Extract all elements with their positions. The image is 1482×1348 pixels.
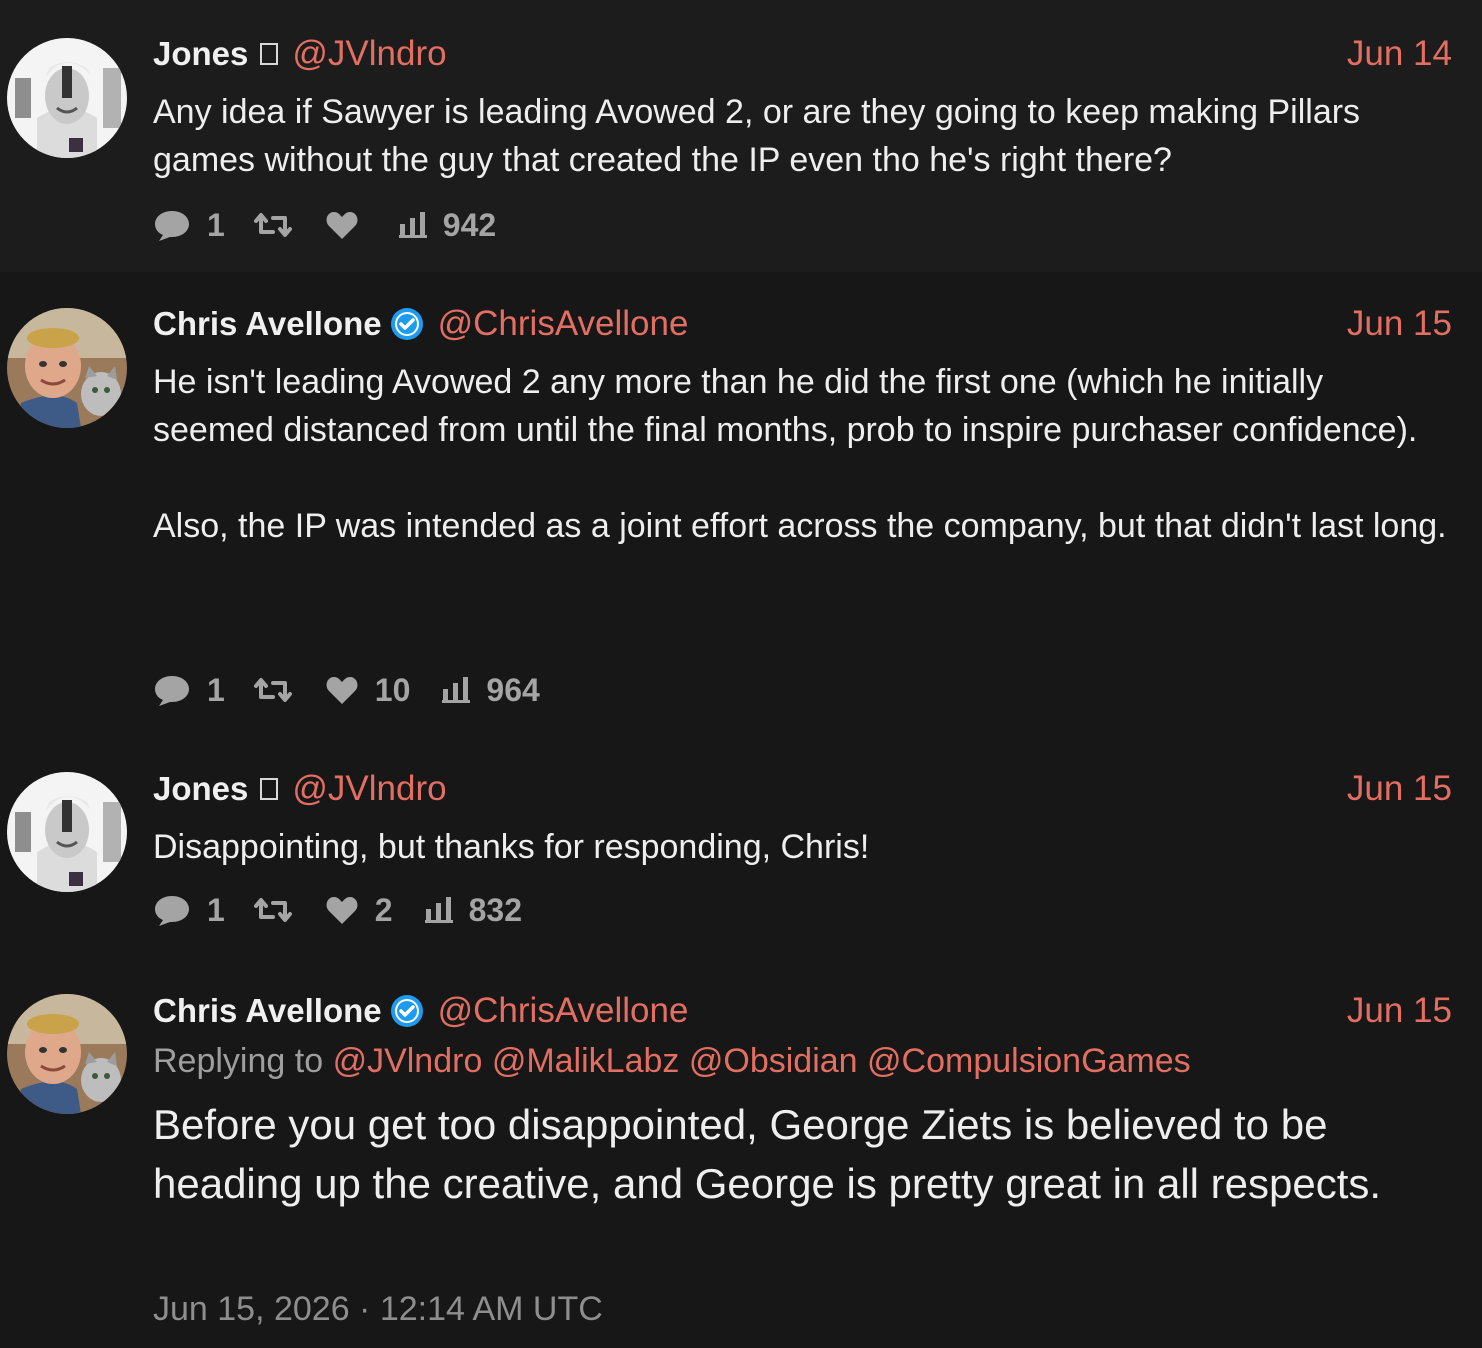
tweet-stats: 1 2 832: [153, 890, 522, 930]
like-stat[interactable]: [325, 210, 359, 240]
comment-icon: [155, 676, 189, 706]
name-glyph: [260, 778, 279, 800]
author-handle[interactable]: @JVlndro: [292, 769, 446, 809]
tweet-header: Chris Avellone @ChrisAvellone Jun 15: [153, 989, 1452, 1033]
author-handle[interactable]: @ChrisAvellone: [438, 304, 689, 344]
mention-link[interactable]: @CompulsionGames: [867, 1042, 1191, 1080]
views-count: 964: [486, 671, 540, 708]
views-bar-chart-icon: [442, 677, 471, 703]
like-stat[interactable]: 10: [325, 671, 411, 709]
heart-icon: [326, 212, 358, 239]
tweet-stats: 1 942: [153, 205, 496, 245]
tweet-thread: Jones @JVlndro Jun 14 Any idea if Sawyer…: [0, 0, 1482, 1348]
retweet-stat[interactable]: [253, 675, 293, 705]
mention-link[interactable]: @JVlndro: [333, 1042, 483, 1080]
tweet-date[interactable]: Jun 15: [1347, 991, 1452, 1031]
tweet[interactable]: Chris Avellone @ChrisAvellone Jun 15 He …: [0, 272, 1482, 742]
comment-icon: [155, 896, 189, 926]
comment-count: 1: [207, 206, 225, 243]
like-stat[interactable]: 2: [325, 892, 393, 929]
comment-stat[interactable]: 1: [153, 892, 225, 929]
tweet-text: Before you get too disappointed, George …: [153, 1101, 1382, 1207]
comment-count: 1: [207, 891, 225, 928]
heart-icon: [326, 677, 358, 704]
avatar[interactable]: [7, 38, 127, 158]
views-bar-chart-icon: [398, 212, 427, 238]
retweet-stat[interactable]: [253, 895, 293, 925]
tweet-header: Jones @JVlndro Jun 14: [153, 32, 1452, 76]
author-name[interactable]: Jones: [153, 770, 248, 808]
verified-badge-icon: [390, 308, 423, 340]
replying-to: Replying to @JVlndro @MalikLabz @Obsidia…: [153, 1042, 1191, 1081]
heart-icon: [326, 897, 358, 924]
tweet[interactable]: Jones @JVlndro Jun 15 Disappointing, but…: [0, 742, 1482, 978]
author-name[interactable]: Chris Avellone: [153, 305, 382, 343]
tweet-date[interactable]: Jun 14: [1347, 34, 1452, 74]
author-handle[interactable]: @ChrisAvellone: [438, 991, 689, 1031]
comment-count: 1: [207, 671, 225, 708]
verified-badge-icon: [390, 995, 423, 1027]
tweet-date[interactable]: Jun 15: [1347, 769, 1452, 809]
avatar[interactable]: [7, 994, 127, 1114]
comment-stat[interactable]: 1: [153, 207, 225, 244]
like-count: 10: [374, 671, 411, 708]
views-bar-chart-icon: [424, 897, 453, 923]
views-stat[interactable]: 832: [424, 891, 522, 929]
retweet-icon: [253, 213, 292, 237]
mention-link[interactable]: @MalikLabz: [492, 1042, 680, 1080]
retweet-icon: [253, 678, 292, 702]
views-count: 832: [468, 891, 522, 928]
retweet-icon: [253, 898, 292, 922]
tweet[interactable]: Jones @JVlndro Jun 14 Any idea if Sawyer…: [0, 0, 1482, 272]
retweet-stat[interactable]: [253, 210, 293, 240]
tweet-header: Jones @JVlndro Jun 15: [153, 767, 1452, 811]
like-count: 2: [374, 891, 393, 928]
tweet-text: He isn't leading Avowed 2 any more than …: [153, 363, 1447, 545]
author-name[interactable]: Chris Avellone: [153, 992, 382, 1030]
comment-icon: [155, 211, 189, 241]
tweet-text: Disappointing, but thanks for responding…: [153, 828, 870, 866]
author-name[interactable]: Jones: [153, 35, 248, 73]
tweet-header: Chris Avellone @ChrisAvellone Jun 15: [153, 302, 1452, 346]
views-count: 942: [442, 206, 497, 243]
mention-link[interactable]: @Obsidian: [689, 1042, 858, 1080]
main-tweet[interactable]: Chris Avellone @ChrisAvellone Jun 15 Rep…: [0, 978, 1482, 1348]
tweet-text: Any idea if Sawyer is leading Avowed 2, …: [153, 93, 1370, 179]
tweet-stats: 1 10 964: [153, 670, 540, 710]
views-stat[interactable]: 942: [398, 206, 497, 244]
views-stat[interactable]: 964: [442, 671, 540, 709]
avatar[interactable]: [7, 308, 127, 428]
avatar[interactable]: [7, 772, 127, 892]
tweet-date[interactable]: Jun 15: [1347, 304, 1452, 344]
comment-stat[interactable]: 1: [153, 672, 225, 709]
author-handle[interactable]: @JVlndro: [292, 34, 446, 74]
tweet-timestamp[interactable]: Jun 15, 2026 · 12:14 AM UTC: [153, 1290, 603, 1329]
replying-label: Replying to: [153, 1042, 324, 1080]
name-glyph: [260, 43, 279, 65]
